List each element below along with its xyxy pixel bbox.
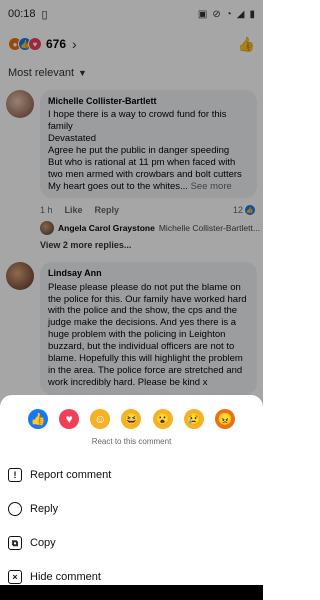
copy-button[interactable]: ⧉ Copy: [8, 536, 56, 550]
chat-bubble-icon: [8, 502, 22, 516]
comment-line: Agree he put the public in danger speedi…: [48, 144, 230, 156]
reply-button[interactable]: Reply: [95, 205, 120, 215]
like-comment-button[interactable]: Like: [65, 205, 83, 215]
sort-dropdown[interactable]: Most relevant ▼: [0, 60, 263, 86]
report-comment-button[interactable]: ! Report comment: [8, 468, 111, 482]
chevron-right-icon[interactable]: ›: [72, 36, 77, 52]
menu-label: Copy: [30, 537, 56, 549]
nfc-icon: ▣: [197, 8, 208, 20]
angry-reaction-button[interactable]: 😠: [214, 409, 235, 429]
sad-reaction-button[interactable]: 😢: [183, 409, 204, 429]
reply-text: Michelle Collister-Bartlett...: [158, 223, 260, 234]
like-reaction-icon: 👍: [245, 205, 255, 216]
comment-line: I hope there is a way to crowd fund for …: [48, 109, 227, 133]
comment-author[interactable]: Lindsay Ann: [48, 268, 249, 279]
status-time: 00:18: [8, 8, 36, 20]
reply-preview[interactable]: Angela Carol Graystone Michelle Colliste…: [0, 215, 263, 236]
haha-reaction-button[interactable]: 😆: [121, 409, 142, 429]
comment-reaction-number: 12: [232, 205, 243, 216]
comment-item: Lindsay Ann Please please please do not …: [0, 258, 263, 398]
report-icon: !: [8, 468, 22, 482]
signal-icon: ◢: [236, 8, 245, 20]
sort-label: Most relevant: [8, 67, 75, 79]
reply-menu-button[interactable]: Reply: [8, 502, 58, 516]
post-reactions-header: ● 👍 ♥ 676 › 👍: [0, 28, 263, 60]
chevron-down-icon: ▼: [78, 68, 87, 78]
menu-label: Report comment: [30, 469, 112, 481]
mute-icon: ⊘: [212, 8, 221, 20]
comment-body: I hope there is a way to crowd fund for …: [48, 109, 249, 192]
comment-line: My heart goes out to the whites...: [48, 180, 188, 192]
notification-icon: ▯: [41, 8, 48, 21]
reaction-summary[interactable]: ● 👍 ♥: [8, 37, 42, 51]
reply-avatar: [40, 221, 54, 236]
comment-line: Devastated: [48, 133, 97, 144]
battery-icon: ▮: [249, 8, 255, 20]
comment-author[interactable]: Michelle Collister-Bartlett: [48, 96, 249, 107]
copy-icon: ⧉: [8, 536, 22, 550]
comment-body: Please please please do not put the blam…: [48, 281, 247, 388]
reaction-count[interactable]: 676: [46, 37, 66, 51]
reply-author: Angela Carol Graystone: [58, 223, 155, 234]
reaction-picker: 👍 ♥ ☺ 😆 😮 😢 😠: [0, 395, 263, 429]
status-bar: 00:18 ▯ ▣ ⊘ ◔ ◢ ▮: [0, 0, 263, 28]
hide-comment-button[interactable]: × Hide comment: [8, 570, 101, 584]
menu-label: Hide comment: [30, 571, 101, 583]
comment-action-sheet: 👍 ♥ ☺ 😆 😮 😢 😠 React to this comment ! Re…: [0, 395, 263, 600]
like-reaction-button[interactable]: 👍: [28, 409, 48, 429]
hide-icon: ×: [8, 570, 22, 584]
see-more-link[interactable]: See more: [191, 181, 232, 192]
wow-reaction-button[interactable]: 😮: [152, 409, 173, 429]
comment-time: 1 h: [40, 205, 53, 216]
navigation-bar: [0, 585, 263, 600]
comment-bubble[interactable]: Lindsay Ann Please please please do not …: [40, 262, 257, 395]
love-reaction-icon: ♥: [28, 37, 42, 51]
comment-bubble[interactable]: Michelle Collister-Bartlett I hope there…: [40, 90, 257, 199]
comment-line: But who is rational at 11 pm when faced …: [48, 156, 242, 180]
comment-item: Michelle Collister-Bartlett I hope there…: [0, 86, 263, 202]
comment-reaction-count[interactable]: 12 👍: [232, 205, 263, 216]
status-icons: ▣ ⊘ ◔ ◢ ▮: [198, 9, 255, 20]
avatar[interactable]: [6, 90, 34, 118]
love-reaction-button[interactable]: ♥: [59, 409, 80, 429]
care-reaction-button[interactable]: ☺: [90, 409, 111, 429]
view-more-replies-link[interactable]: View 2 more replies...: [0, 235, 263, 250]
react-label: React to this comment: [91, 437, 172, 446]
comment-actions: 1 h Like Reply 12 👍: [0, 202, 263, 216]
wifi-icon: ◔: [225, 8, 232, 20]
like-post-button[interactable]: 👍: [238, 36, 255, 53]
avatar[interactable]: [6, 262, 34, 291]
menu-label: Reply: [30, 503, 59, 515]
